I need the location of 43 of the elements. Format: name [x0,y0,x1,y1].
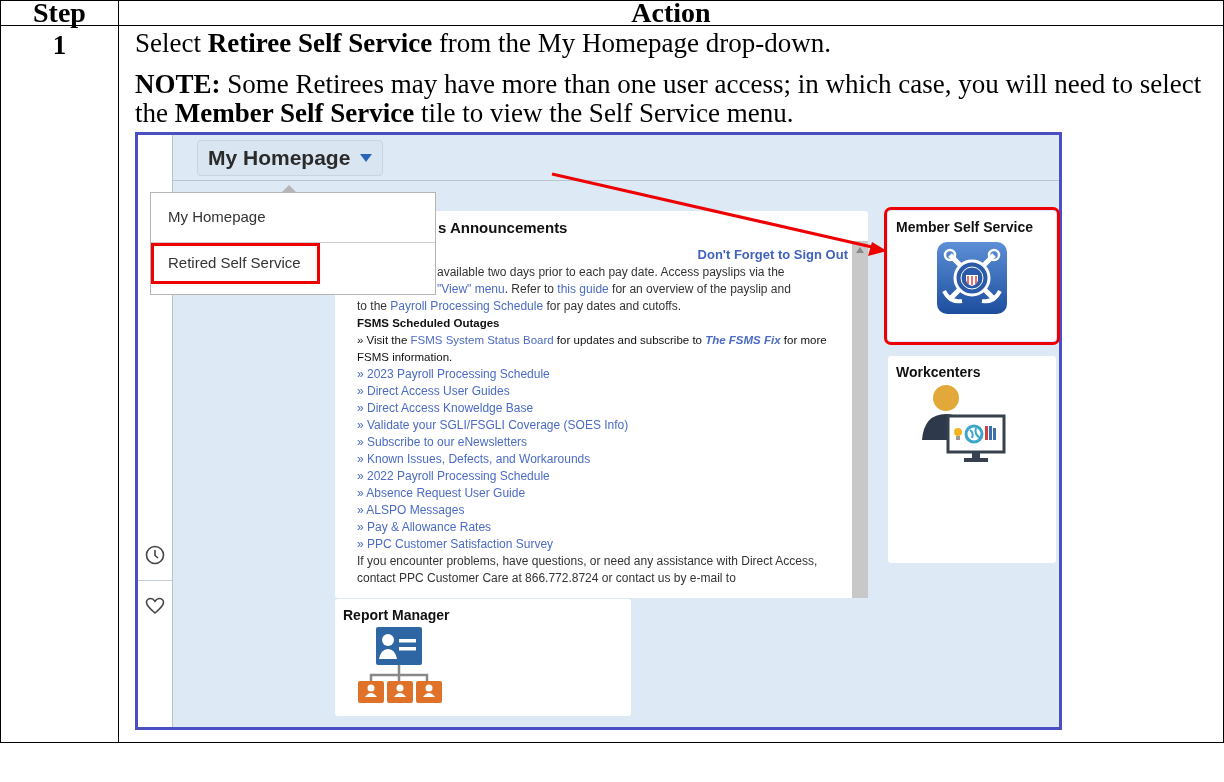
announcement-text: available two days prior to each pay date. Access payslips via the [436,264,786,281]
link[interactable]: "View" menu [437,282,505,296]
tile[interactable]: Report Manager [335,599,631,716]
link[interactable]: » Subscribe to our eNewsletters [357,435,528,449]
link[interactable]: » Known Issues, Defects, and Workarounds [357,452,591,466]
sign-out-link[interactable]: Don't Forget to Sign Out [697,247,848,262]
heart-icon [145,597,165,615]
scrollbar[interactable] [852,241,868,598]
tile-title: Member Self Service [896,219,1034,235]
panel-title: s Announcements [437,218,569,238]
link[interactable]: » Direct Access Knoweldge Base [357,401,534,415]
scroll-up-icon [856,247,864,253]
emblem-icon [936,241,1008,315]
instruction-text: Select Retiree Self Service from the My Homepage drop-down. [135,29,833,58]
link[interactable]: Payroll Processing Schedule [390,299,544,313]
link[interactable]: FSMS System Status Board [410,334,554,346]
column-header: Action [118,0,1224,26]
tile-title: Report Manager [343,607,451,623]
clock-icon [145,545,165,565]
step-number: 1 [52,30,67,60]
announcement-text: » Visit the FSMS System Status Board for updates and subscribe to The FSMS Fix for more FSMS information. [357,333,828,365]
caret-icon [360,154,373,162]
homepage-dropdown-button[interactable]: My Homepage [197,140,384,176]
menu-item[interactable]: Retired Self Service [151,243,320,284]
link[interactable]: » Pay & Allowance Rates [357,520,492,534]
tile[interactable]: Workcenters [888,356,1056,563]
tile-title: Workcenters [896,364,982,380]
link[interactable]: » Direct Access User Guides [357,384,510,398]
link[interactable]: » ALSPO Messages [357,503,465,517]
note-text: NOTE: Some Retirees may have more than one user access; in which case, you will need to select the Member Self Service tile to view the Self Service menu. [135,70,1203,128]
link[interactable]: » Absence Request User Guide [357,486,526,500]
column-header: Step [0,0,119,26]
link[interactable]: this guide [557,282,609,296]
announcement-text: to the Payroll Processing Schedule for pay dates and cutoffs. [357,298,682,315]
org-chart-icon [357,627,443,703]
announcement-text: If you encounter problems, have questions, or need any assistance with Direct Access, contact PPC Customer Care at 866.772.8724 or contact us by e-mail to [357,553,819,587]
link[interactable]: » PPC Customer Satisfaction Survey [357,537,554,551]
section-heading: FSMS Scheduled Outages [357,316,501,331]
link[interactable]: The FSMS Fix [705,334,781,346]
menu-item[interactable]: My Homepage [168,208,266,225]
link[interactable]: » 2023 Payroll Processing Schedule [357,367,550,381]
link[interactable]: » 2022 Payroll Processing Schedule [357,469,550,483]
link[interactable]: » Validate your SGLI/FSGLI Coverage (SOES Info) [357,418,629,432]
